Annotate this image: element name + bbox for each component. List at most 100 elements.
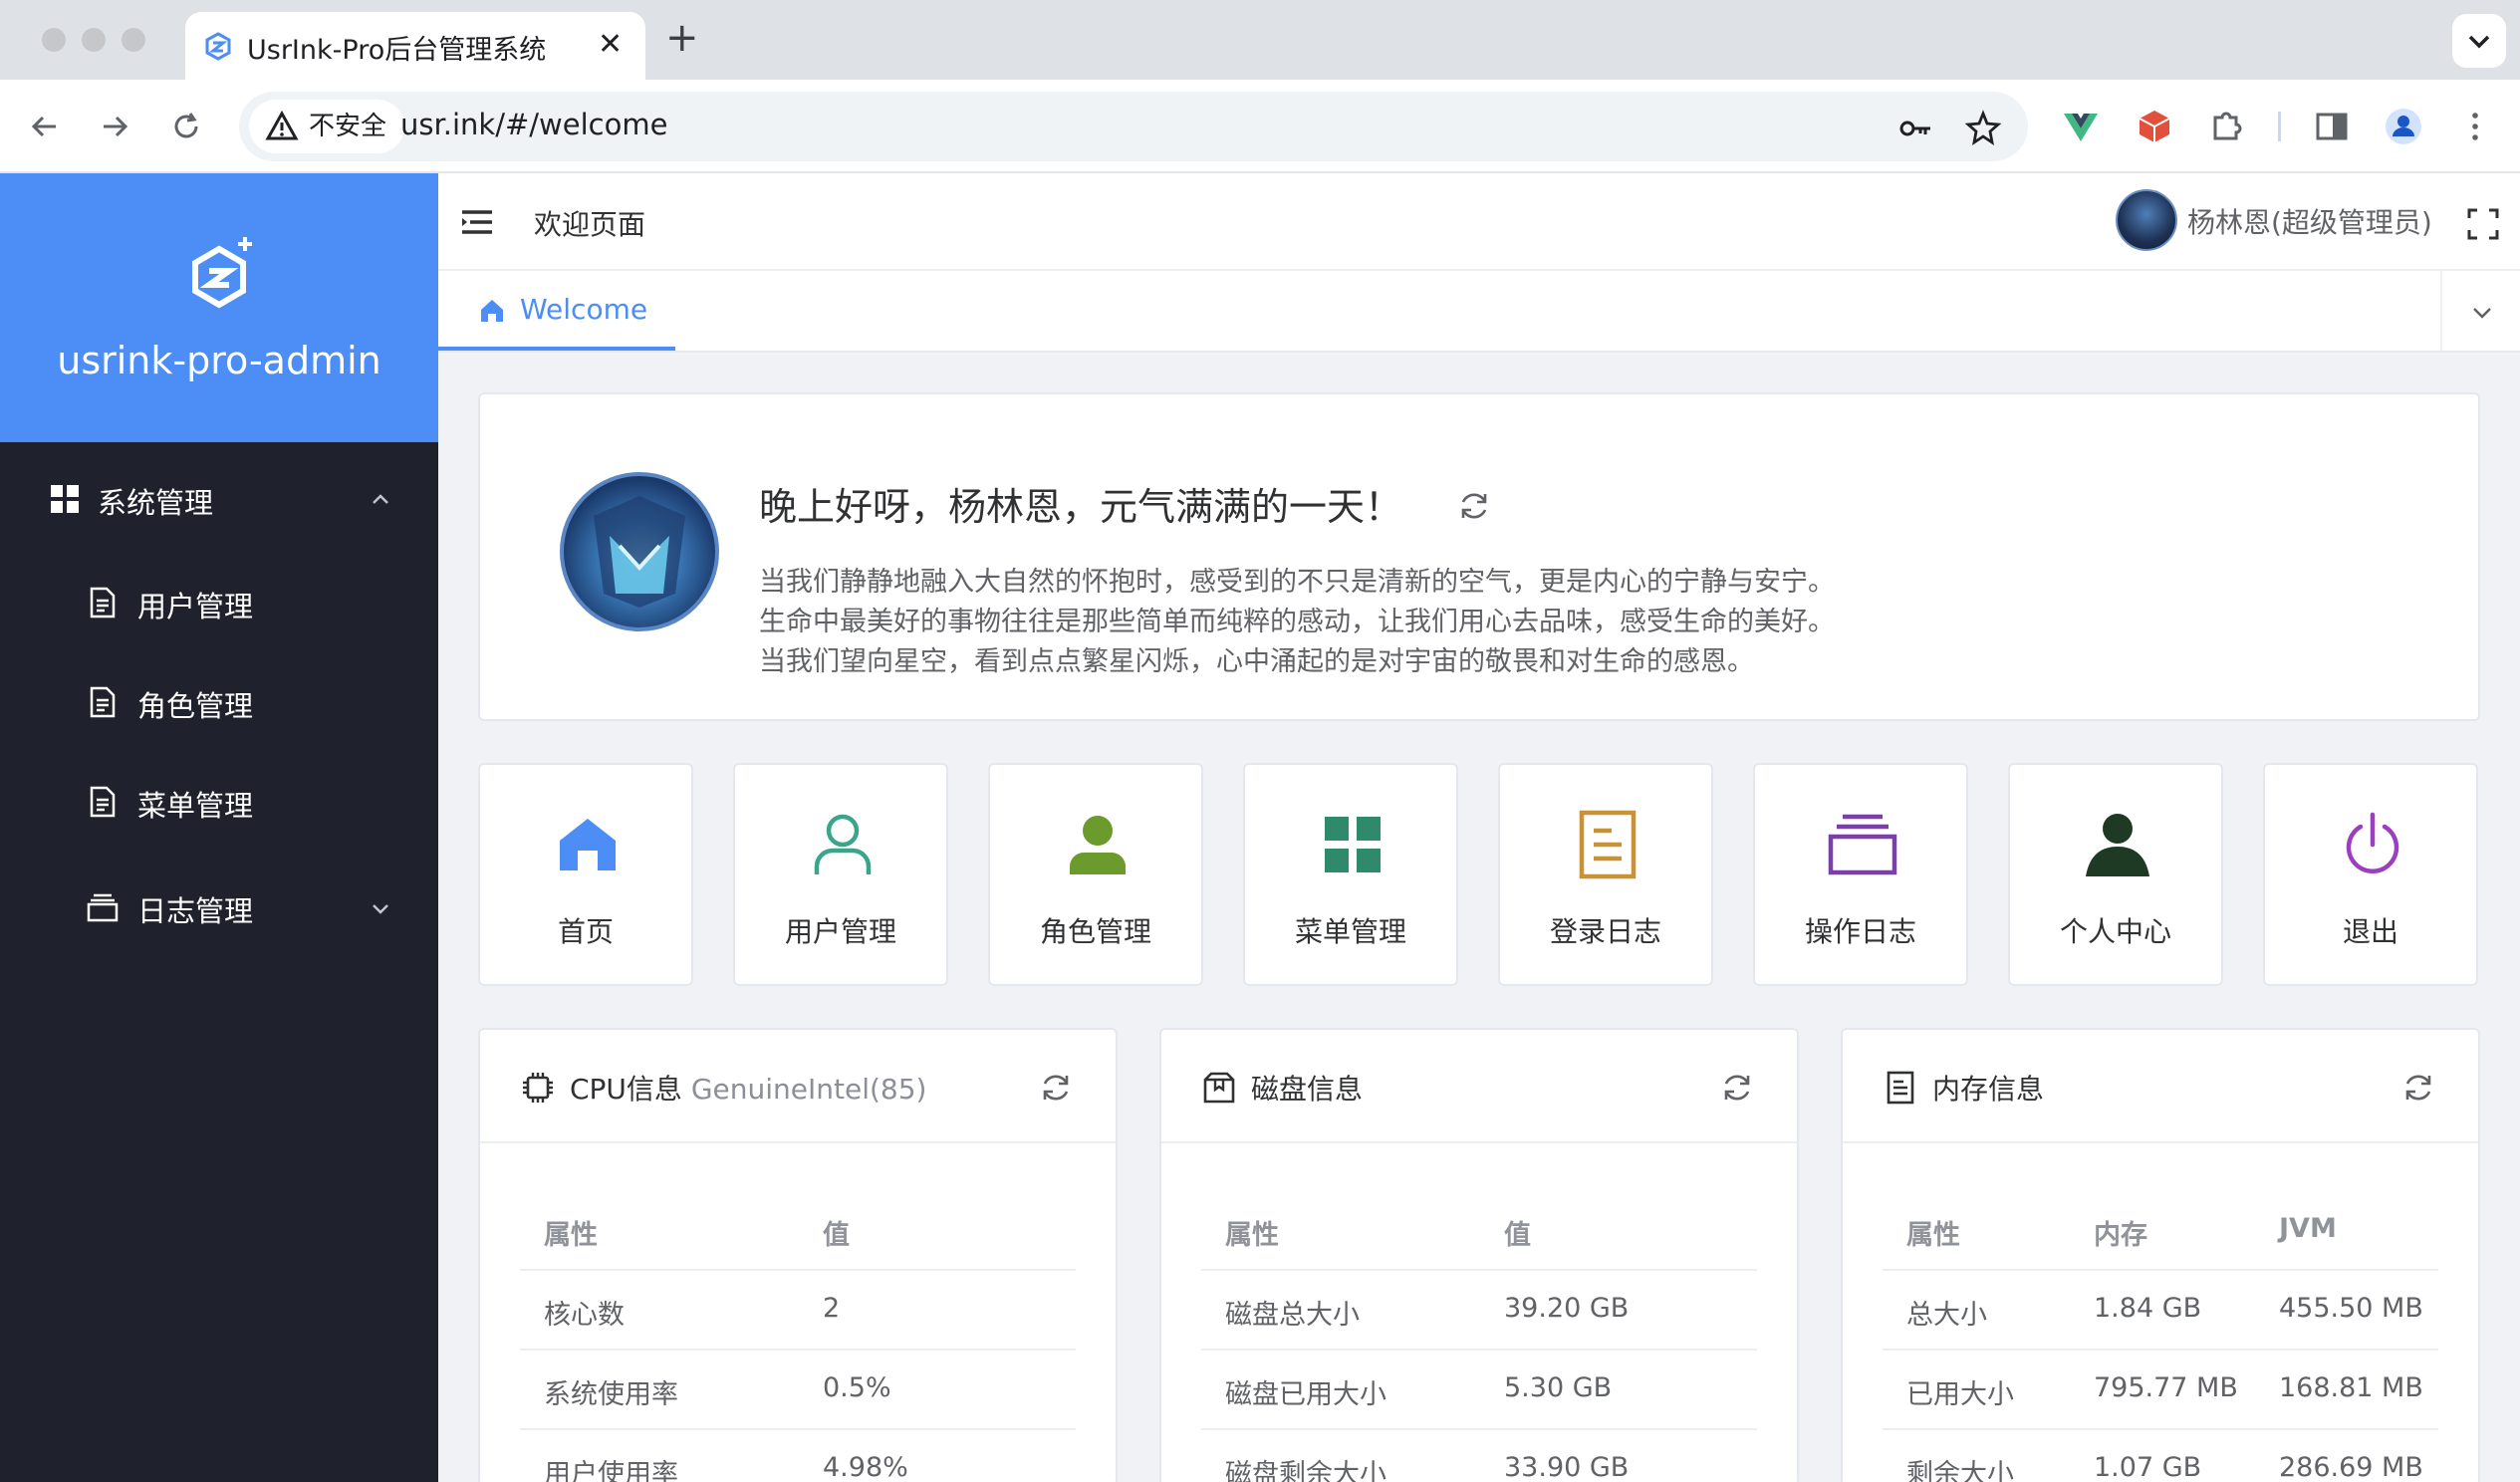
table-row: 磁盘剩余大小 33.90 GB bbox=[1201, 1430, 1757, 1482]
window-minimize-dot[interactable] bbox=[82, 28, 106, 52]
document-icon bbox=[90, 786, 116, 818]
side-panel-icon[interactable] bbox=[2311, 106, 2353, 147]
new-tab-icon[interactable]: + bbox=[665, 14, 699, 62]
table-row: 总大小 1.84 GB 455.50 MB bbox=[1883, 1271, 2438, 1351]
cpu-table: 属性 值 核心数 2 系统使用率 0.5% 用户使用率 4.98% bbox=[520, 1191, 1076, 1482]
column-header: 内存 bbox=[2094, 1220, 2147, 1251]
browser-tab[interactable]: UsrInk-Pro后台管理系统 ✕ bbox=[185, 12, 645, 80]
power-icon bbox=[2346, 812, 2399, 873]
home-icon bbox=[560, 819, 616, 870]
table-cell: 4.98% bbox=[823, 1452, 908, 1482]
sidebar-item-system[interactable]: 系统管理 bbox=[0, 458, 438, 538]
back-arrow-icon[interactable] bbox=[22, 104, 68, 149]
url-text[interactable]: usr.ink/#/welcome bbox=[400, 108, 667, 141]
card-subtitle: GenuineIntel(85) bbox=[690, 1073, 927, 1106]
card-title: 磁盘信息 bbox=[1251, 1073, 1364, 1106]
tab-search-button[interactable] bbox=[2452, 14, 2506, 68]
sidebar-item-roles[interactable]: 角色管理 bbox=[0, 661, 438, 741]
table-header-row: 属性 值 bbox=[1201, 1191, 1757, 1271]
quick-link-home[interactable]: 首页 bbox=[478, 763, 693, 986]
table-row: 磁盘总大小 39.20 GB bbox=[1201, 1271, 1757, 1351]
bookmark-star-icon[interactable] bbox=[1964, 110, 2002, 147]
document-icon bbox=[1579, 810, 1637, 879]
tab-close-icon[interactable]: ✕ bbox=[598, 28, 623, 62]
sidebar-item-label: 菜单管理 bbox=[137, 789, 254, 823]
refresh-icon[interactable] bbox=[2400, 1070, 2436, 1106]
quick-link-menus[interactable]: 菜单管理 bbox=[1243, 763, 1458, 986]
refresh-icon[interactable] bbox=[1719, 1070, 1755, 1106]
chevron-down-icon bbox=[2473, 308, 2491, 319]
table-cell: 168.81 MB bbox=[2279, 1372, 2423, 1403]
key-icon[interactable] bbox=[1896, 110, 1934, 147]
greeting-text: 晚上好呀，杨林恩，元气满满的一天！ bbox=[759, 485, 1403, 529]
memory-table: 属性 内存 JVM 总大小 1.84 GB 455.50 MB 已用大小 795… bbox=[1883, 1191, 2438, 1482]
quick-link-login-log[interactable]: 登录日志 bbox=[1498, 763, 1713, 986]
table-row: 核心数 2 bbox=[520, 1271, 1076, 1351]
layers-icon bbox=[1828, 814, 1897, 875]
table-cell: 磁盘已用大小 bbox=[1225, 1379, 1386, 1410]
avatar[interactable] bbox=[2116, 189, 2177, 251]
extension-cube-icon[interactable] bbox=[2134, 106, 2175, 147]
quick-link-users[interactable]: 用户管理 bbox=[733, 763, 948, 986]
sidebar-item-label: 用户管理 bbox=[137, 590, 254, 623]
sidebar-item-menus[interactable]: 菜单管理 bbox=[0, 761, 438, 841]
quick-link-operation-log[interactable]: 操作日志 bbox=[1753, 763, 1968, 986]
quick-link-logout[interactable]: 退出 bbox=[2263, 763, 2478, 986]
table-cell: 磁盘总大小 bbox=[1225, 1300, 1360, 1331]
table-cell: 1.84 GB bbox=[2094, 1293, 2202, 1324]
quick-link-roles[interactable]: 角色管理 bbox=[988, 763, 1203, 986]
column-header: JVM bbox=[2279, 1213, 2337, 1244]
extensions-puzzle-icon[interactable] bbox=[2205, 106, 2247, 147]
profile-icon[interactable] bbox=[2383, 106, 2424, 147]
avatar bbox=[560, 472, 719, 631]
grid-icon bbox=[1325, 817, 1381, 872]
user-name[interactable]: 杨林恩(超级管理员) bbox=[2187, 201, 2432, 241]
table-header-row: 属性 内存 JVM bbox=[1883, 1191, 2438, 1271]
column-header: 值 bbox=[823, 1220, 850, 1251]
document-icon bbox=[90, 686, 116, 718]
site-info-chip[interactable]: 不安全 bbox=[249, 100, 405, 153]
vue-devtools-icon[interactable] bbox=[2060, 106, 2102, 147]
main-content: 欢迎页面 杨林恩(超级管理员) Welcome 晚上好呀，杨林恩，元气满满的一天… bbox=[438, 173, 2520, 1482]
tab-title: UsrInk-Pro后台管理系统 bbox=[247, 35, 547, 66]
browser-toolbar: 不安全 usr.ink/#/welcome bbox=[0, 80, 2520, 173]
table-cell: 286.69 MB bbox=[2279, 1452, 2423, 1482]
column-header: 属性 bbox=[1906, 1220, 1960, 1251]
quote-line: 生命中最美好的事物往往是那些简单而纯粹的感动，让我们用心去品味，感受生命的美好。 bbox=[759, 607, 1835, 637]
table-cell: 用户使用率 bbox=[544, 1459, 678, 1482]
table-cell: 总大小 bbox=[1906, 1300, 1987, 1331]
card-title: 内存信息 bbox=[1932, 1073, 2045, 1106]
table-cell: 核心数 bbox=[544, 1300, 625, 1331]
browser-menu-icon[interactable] bbox=[2454, 106, 2496, 147]
window-zoom-dot[interactable] bbox=[122, 28, 145, 52]
quick-link-label: 登录日志 bbox=[1549, 915, 1661, 948]
browser-tab-strip: UsrInk-Pro后台管理系统 ✕ + bbox=[0, 0, 2520, 80]
fullscreen-icon[interactable] bbox=[2466, 207, 2500, 241]
card-header: 磁盘信息 bbox=[1161, 1030, 1797, 1143]
table-cell: 795.77 MB bbox=[2094, 1372, 2238, 1403]
app-logo-icon bbox=[192, 237, 252, 309]
grid-icon bbox=[51, 485, 79, 513]
sidebar-logo[interactable]: usrink-pro-admin bbox=[0, 173, 438, 442]
menu-toggle-icon[interactable] bbox=[460, 207, 494, 237]
disk-info-card: 磁盘信息 属性 值 磁盘总大小 39.20 GB 磁盘已用大小 5.30 GB … bbox=[1159, 1028, 1799, 1482]
quick-link-profile[interactable]: 个人中心 bbox=[2008, 763, 2223, 986]
refresh-icon[interactable] bbox=[1038, 1070, 1074, 1106]
sidebar-item-logs[interactable]: 日志管理 bbox=[0, 866, 438, 946]
logo-text: usrink-pro-admin bbox=[57, 339, 381, 382]
table-cell: 1.07 GB bbox=[2094, 1452, 2202, 1482]
tags-more-button[interactable] bbox=[2440, 271, 2520, 351]
sidebar-item-users[interactable]: 用户管理 bbox=[0, 562, 438, 641]
refresh-icon[interactable] bbox=[1456, 488, 1492, 524]
card-header: CPU信息 GenuineIntel(85) bbox=[480, 1030, 1116, 1143]
warning-triangle-icon bbox=[265, 110, 299, 140]
reload-icon[interactable] bbox=[163, 104, 209, 149]
sidebar-item-label: 角色管理 bbox=[137, 689, 254, 723]
tab-welcome[interactable]: Welcome bbox=[438, 271, 675, 351]
quick-link-label: 菜单管理 bbox=[1294, 915, 1406, 948]
window-close-dot[interactable] bbox=[42, 28, 66, 52]
table-cell: 33.90 GB bbox=[1504, 1452, 1630, 1482]
forward-arrow-icon[interactable] bbox=[92, 104, 137, 149]
address-bar[interactable]: 不安全 usr.ink/#/welcome bbox=[239, 92, 2028, 161]
tab-label: Welcome bbox=[520, 293, 648, 326]
